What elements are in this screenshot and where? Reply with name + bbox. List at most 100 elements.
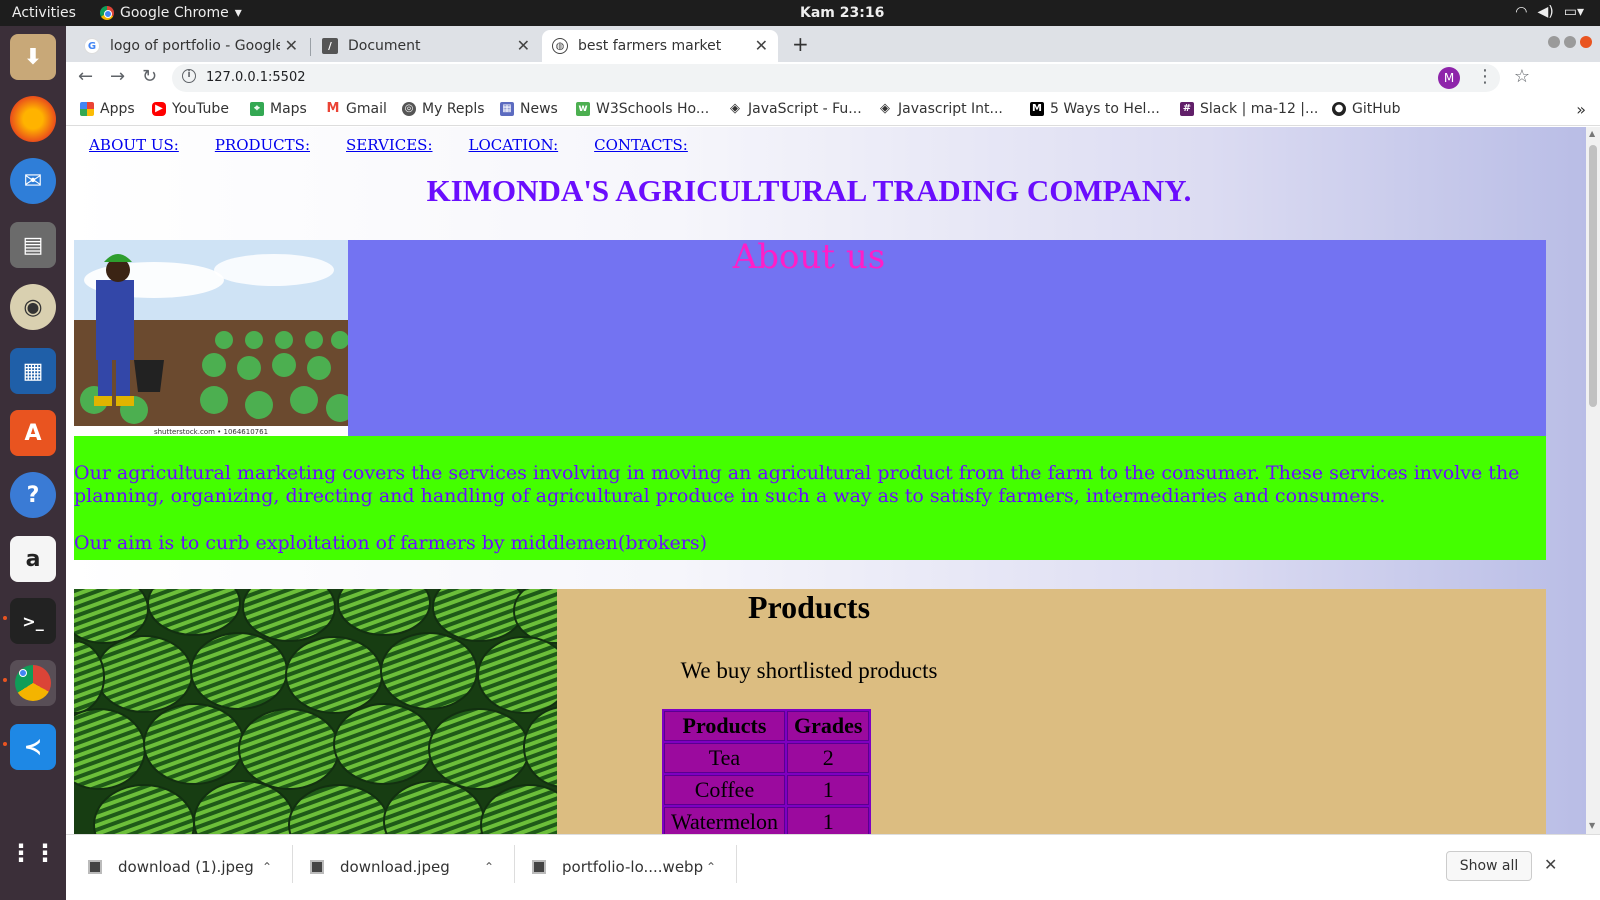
back-arrow-icon[interactable]: ← <box>78 66 93 87</box>
scrollbar-thumb[interactable] <box>1589 145 1597 407</box>
bookmark-label: News <box>520 101 558 117</box>
writer-icon[interactable]: ▦ <box>10 348 56 394</box>
activities-button[interactable]: Activities <box>12 5 76 21</box>
bookmark-5-ways[interactable]: M 5 Ways to Hel... <box>1030 101 1160 117</box>
close-window-icon[interactable] <box>1580 36 1592 48</box>
download-item[interactable]: download.jpeg ⌃ <box>310 851 510 883</box>
clock[interactable]: Kam 23:16 <box>800 5 884 21</box>
bookmark-news[interactable]: ▦ News <box>500 101 558 117</box>
downloads-bar: download (1).jpeg ⌃ download.jpeg ⌃ port… <box>66 834 1600 900</box>
column-header-products: Products <box>664 711 785 741</box>
bookmark-github[interactable]: ● GitHub <box>1332 101 1401 117</box>
forward-arrow-icon[interactable]: → <box>110 66 125 87</box>
help-icon[interactable]: ? <box>10 472 56 518</box>
scroll-down-icon[interactable]: ▼ <box>1589 821 1595 830</box>
bookmark-apps[interactable]: Apps <box>80 101 135 117</box>
tab-strip: G logo of portfolio - Google ✕ / Documen… <box>66 26 1600 62</box>
company-title: KIMONDA'S AGRICULTURAL TRADING COMPANY. <box>426 173 1192 208</box>
installer-icon[interactable]: ⬇ <box>10 34 56 80</box>
bookmark-w3schools[interactable]: w W3Schools Ho... <box>576 101 709 117</box>
app-name: Google Chrome <box>120 5 229 21</box>
address-bar[interactable]: i 127.0.0.1:5502 ☆ <box>172 64 1530 92</box>
profile-avatar[interactable]: M <box>1438 67 1460 89</box>
products-grades-table: Products Grades Tea 2 Coffee 1 Watermelo… <box>662 709 872 834</box>
close-tab-icon[interactable]: ✕ <box>755 36 768 55</box>
medium-icon: M <box>1030 102 1044 116</box>
vscode-icon[interactable]: ≺ <box>10 724 56 770</box>
nav-contacts[interactable]: CONTACTS: <box>594 136 688 154</box>
chrome-dock-icon[interactable] <box>10 660 56 706</box>
product-cell: Tea <box>664 743 785 773</box>
files-icon[interactable]: ▤ <box>10 222 56 268</box>
page-scrollbar[interactable]: ▲ ▼ <box>1586 127 1600 834</box>
dock: ⬇ ✉ ▤ ◉ ▦ A ? a >_ ≺ ⋮⋮ <box>0 26 66 900</box>
bookmark-slack[interactable]: # Slack | ma-12 |... <box>1180 101 1318 117</box>
app-menu[interactable]: Google Chrome ▾ <box>100 5 242 21</box>
bookmark-label: Apps <box>100 101 135 117</box>
chevron-up-icon[interactable]: ⌃ <box>706 860 716 874</box>
close-tab-icon[interactable]: ✕ <box>517 36 530 55</box>
page-viewport: ABOUT US: PRODUCTS: SERVICES: LOCATION: … <box>66 127 1586 834</box>
running-indicator <box>3 616 7 620</box>
rhythmbox-icon[interactable]: ◉ <box>10 284 56 330</box>
maximize-icon[interactable] <box>1564 36 1576 48</box>
bookmark-javascript-int[interactable]: ◈ Javascript Int... <box>878 101 1003 117</box>
download-item[interactable]: download (1).jpeg ⌃ <box>88 851 288 883</box>
download-separator <box>514 845 515 883</box>
wifi-icon: ◠ <box>1515 4 1528 20</box>
download-item[interactable]: portfolio-lo....webp ⌃ <box>532 851 732 883</box>
close-tab-icon[interactable]: ✕ <box>285 36 298 55</box>
chevron-up-icon[interactable]: ⌃ <box>484 860 494 874</box>
replit-icon: ◎ <box>402 102 416 116</box>
chrome-window: G logo of portfolio - Google ✕ / Documen… <box>66 26 1600 900</box>
slack-icon: # <box>1180 102 1194 116</box>
show-all-button[interactable]: Show all <box>1446 851 1532 881</box>
url-text[interactable]: 127.0.0.1:5502 <box>206 70 306 85</box>
tab-title: logo of portfolio - Google <box>110 38 280 54</box>
minimize-icon[interactable] <box>1548 36 1560 48</box>
system-top-bar: Activities Google Chrome ▾ Kam 23:16 ◠ ◀… <box>0 0 1600 26</box>
show-apps-icon[interactable]: ⋮⋮ <box>9 830 57 876</box>
github-icon: ● <box>1332 102 1346 116</box>
firefox-icon[interactable] <box>10 96 56 142</box>
nav-location[interactable]: LOCATION: <box>469 136 559 154</box>
running-indicator <box>3 742 7 746</box>
tab-google[interactable]: G logo of portfolio - Google ✕ <box>74 30 308 62</box>
more-bookmarks-icon[interactable]: » <box>1576 100 1586 119</box>
products-title: Products <box>747 589 871 625</box>
bookmark-youtube[interactable]: ▶ YouTube <box>152 101 229 117</box>
site-nav: ABOUT US: PRODUCTS: SERVICES: LOCATION: … <box>89 136 688 154</box>
system-tray[interactable]: ◠ ◀) ▭▾ <box>1515 4 1584 20</box>
document-icon: / <box>322 38 338 54</box>
grade-cell: 1 <box>786 775 870 805</box>
amazon-icon[interactable]: a <box>10 536 56 582</box>
globe-icon: ◍ <box>552 38 568 54</box>
bookmark-gmail[interactable]: M Gmail <box>326 101 387 117</box>
tab-best-farmers-market[interactable]: ◍ best farmers market ✕ <box>542 30 778 62</box>
product-cell: Watermelon <box>664 807 785 834</box>
tab-document[interactable]: / Document ✕ <box>312 30 540 62</box>
youtube-icon: ▶ <box>152 102 166 116</box>
bookmark-maps[interactable]: ⌖ Maps <box>250 101 307 117</box>
thunderbird-icon[interactable]: ✉ <box>10 158 56 204</box>
software-center-icon[interactable]: A <box>10 410 56 456</box>
apps-grid-icon <box>80 102 94 116</box>
bookmark-label: Slack | ma-12 |... <box>1200 101 1319 117</box>
diamond-icon: ◈ <box>880 101 890 116</box>
chevron-up-icon[interactable]: ⌃ <box>262 860 272 874</box>
bookmark-javascript-fu[interactable]: ◈ JavaScript - Fu... <box>728 101 862 117</box>
scroll-up-icon[interactable]: ▲ <box>1589 129 1595 138</box>
nav-services[interactable]: SERVICES: <box>346 136 433 154</box>
terminal-icon[interactable]: >_ <box>10 598 56 644</box>
gmail-icon: M <box>326 101 340 116</box>
reload-icon[interactable]: ↻ <box>142 66 157 87</box>
nav-products[interactable]: PRODUCTS: <box>215 136 310 154</box>
bookmark-star-icon[interactable]: ☆ <box>1514 66 1530 87</box>
new-tab-button[interactable]: + <box>792 32 809 56</box>
close-icon[interactable]: ✕ <box>1544 855 1557 874</box>
download-filename: download (1).jpeg <box>118 858 254 876</box>
nav-about-us[interactable]: ABOUT US: <box>89 136 179 154</box>
kebab-menu-icon[interactable]: ⋮ <box>1476 66 1494 87</box>
info-icon[interactable]: i <box>182 69 196 83</box>
bookmark-my-repls[interactable]: ◎ My Repls <box>402 101 485 117</box>
